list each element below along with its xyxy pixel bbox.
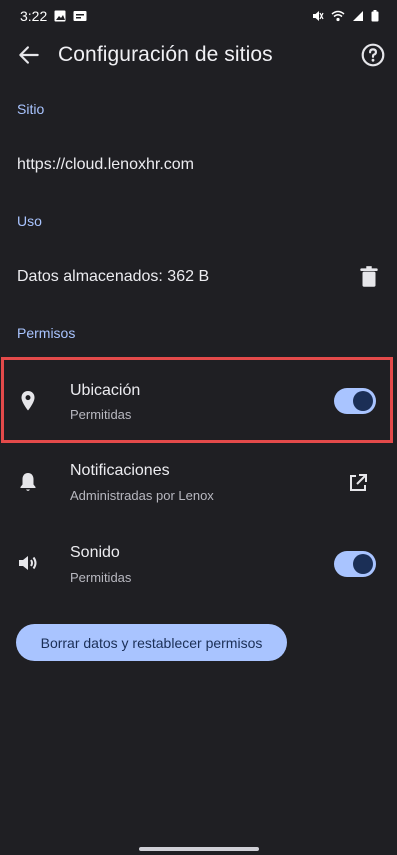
site-url: https://cloud.lenoxhr.com	[17, 156, 194, 173]
permission-status-location: Permitidas	[70, 407, 132, 422]
status-left: 3:22	[20, 8, 87, 24]
message-icon	[73, 11, 87, 21]
app-bar: Configuración de sitios	[0, 32, 397, 78]
permission-row-sound[interactable]: Sonido Permitidas	[0, 524, 397, 604]
gesture-nav-bar[interactable]	[139, 847, 259, 851]
reset-permissions-button[interactable]: Borrar datos y restablecer permisos	[16, 624, 287, 661]
mute-icon	[313, 11, 324, 21]
permission-status-sound: Permitidas	[70, 570, 132, 585]
status-time: 3:22	[20, 8, 48, 24]
location-toggle-knob	[353, 391, 373, 411]
location-pin-icon	[21, 391, 35, 411]
permission-title-location: Ubicación	[70, 382, 141, 399]
status-right	[312, 10, 379, 22]
battery-icon	[371, 10, 379, 22]
permissions-section-label: Permisos	[17, 325, 76, 341]
wifi-icon	[331, 10, 345, 22]
permission-row-notifications[interactable]: Notificaciones Administradas por Lenox	[0, 443, 397, 523]
signal-icon	[353, 11, 363, 21]
trash-icon[interactable]	[356, 264, 382, 290]
gallery-icon	[54, 10, 66, 22]
site-section-label: Sitio	[17, 101, 45, 117]
open-external-icon[interactable]	[346, 471, 370, 495]
page-title: Configuración de sitios	[58, 43, 273, 66]
sound-toggle[interactable]	[334, 551, 376, 577]
stored-data-text: Datos almacenados: 362 B	[17, 268, 210, 285]
permission-title-sound: Sonido	[70, 544, 120, 561]
bell-icon	[20, 473, 36, 491]
help-icon[interactable]	[360, 42, 386, 68]
permission-row-location[interactable]: Ubicación Permitidas	[0, 360, 397, 440]
speaker-icon	[19, 556, 37, 570]
status-bar: 3:22	[0, 0, 397, 32]
location-toggle[interactable]	[334, 388, 376, 414]
back-arrow-icon[interactable]	[16, 42, 42, 68]
usage-section-label: Uso	[17, 213, 42, 229]
permission-title-notifications: Notificaciones	[70, 462, 170, 479]
permission-status-notifications: Administradas por Lenox	[70, 488, 214, 503]
sound-toggle-knob	[353, 554, 373, 574]
